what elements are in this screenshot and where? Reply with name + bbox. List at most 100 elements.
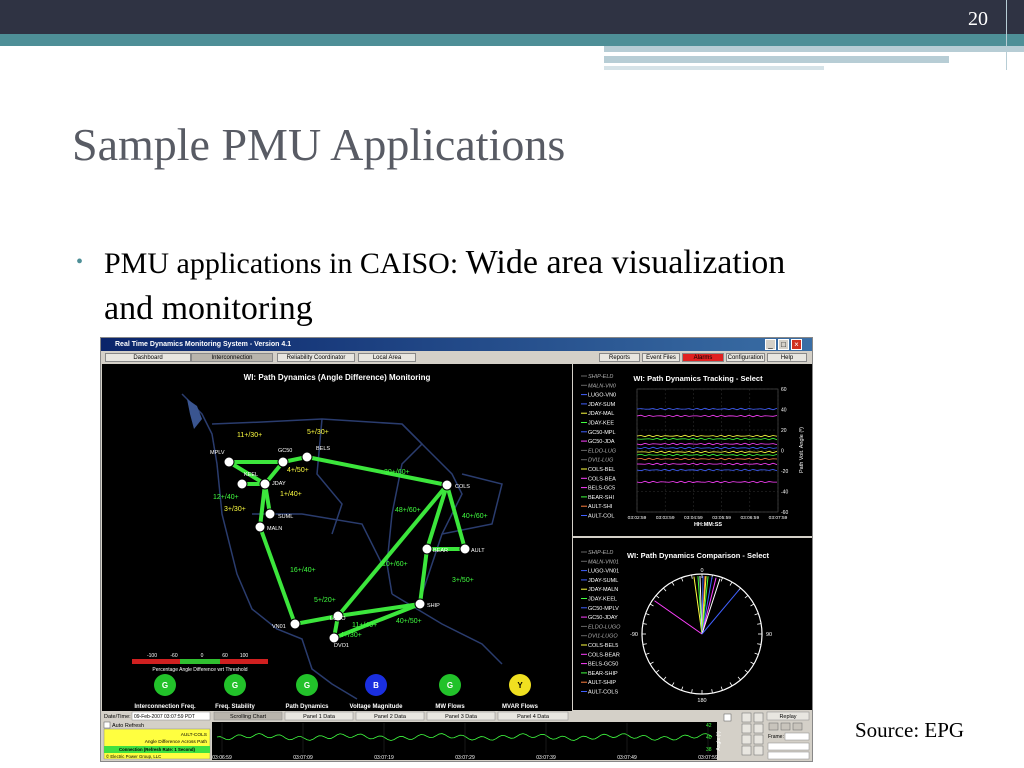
bus-node[interactable] [414,598,426,610]
legend-entry[interactable]: BELS-GC5 [588,486,615,492]
tab-reports[interactable]: Reports [599,353,640,362]
pan-tool-icon[interactable] [753,712,764,723]
legend-entry[interactable]: LUGO-VN01 [588,569,619,575]
legend-entry[interactable]: AULT-COLS [588,690,618,696]
dial-label: -90 [630,632,638,638]
legend-entry[interactable]: ELDO-LUG [588,448,617,454]
zoom-tool-icon[interactable] [741,723,752,734]
bus-node[interactable] [441,479,453,491]
indicator-label: Freq. Stability [215,704,255,710]
bus-node[interactable] [236,478,248,490]
legend-entry[interactable]: MALN-VN01 [588,559,619,565]
indicator-label: MW Flows [435,704,465,710]
legend-entry[interactable]: JDAY-MAL [588,411,614,417]
tab-dashboard[interactable]: Dashboard [105,353,191,362]
pan-tool-icon[interactable] [753,723,764,734]
x-tick: 03:03:59 [656,515,675,521]
x-tick: 03:06:59 [740,515,759,521]
node-label: SUML [278,514,293,520]
replay-control-icon[interactable] [780,722,791,731]
tab-reliability-coordinator[interactable]: Reliability Coordinator [277,353,355,362]
legend-entry[interactable]: BEAR-SHIP [588,671,618,677]
tab-event-files[interactable]: Event Files [642,353,680,362]
legend-entry[interactable]: SHIP-ELD [588,550,613,556]
legend-entry[interactable]: GC50-JDAY [588,615,618,621]
indicator-letter: G [232,681,238,690]
dial-tick [671,682,675,687]
tab-alarms[interactable]: Alarms [682,353,724,362]
maximize-icon[interactable]: □ [778,339,789,350]
legend-entry[interactable]: BELS-GC50 [588,662,618,668]
edge-label: 11+/30+ [237,432,262,439]
x-tick: 03:07:59 [769,515,788,521]
replay-control-icon[interactable] [768,722,779,731]
tab-help[interactable]: Help [767,353,807,362]
replay-slider[interactable] [767,742,810,751]
tracking-chart: WI: Path Dynamics Tracking - Select SHIP-… [581,374,805,528]
tracking-trace [636,437,778,441]
legend-entry[interactable]: SHIP-ELD [588,374,613,380]
legend-entry[interactable]: COLS-BEAR [588,652,620,658]
bus-node[interactable] [254,521,266,533]
node-label: LUGO [330,616,346,622]
map-title: WI: Path Dynamics (Angle Difference) Mon… [244,373,431,382]
dial-needle [654,600,703,635]
legend-entry[interactable]: AULT-SHIP [588,680,616,686]
legend-entry[interactable]: GC50-MPL [588,430,616,436]
legend-entry[interactable]: GC50-MPLV [588,606,619,612]
tab-local-area[interactable]: Local Area [358,353,416,362]
legend-entry[interactable]: COLS-BEL5 [588,643,618,649]
x-tick: 03:05:59 [712,515,731,521]
replay-control-icon[interactable] [792,722,803,731]
bus-node[interactable] [289,618,301,630]
bottom-tab-label: Panel 1 Data [303,714,336,720]
legend-entry[interactable]: COLS-BEL [588,467,615,473]
tab-configuration[interactable]: Configuration [726,353,765,362]
legend-entry[interactable]: AULT-COL [588,514,615,520]
speed-input[interactable] [767,751,810,760]
bus-node[interactable] [421,543,433,555]
pan-tool-icon[interactable] [753,745,764,756]
node-label: SHIP [427,603,440,609]
legend-entry[interactable]: ELDO-LUGO [588,624,621,630]
zoom-tool-icon[interactable] [741,734,752,745]
tab-interconnection[interactable]: Interconnection [191,353,273,362]
state-boundary [181,393,358,700]
legend-entry[interactable]: MALN-VN0 [588,383,617,389]
bus-node[interactable] [259,478,271,490]
bus-node[interactable] [459,543,471,555]
legend-entry[interactable]: BEAR-SHI [588,495,614,501]
legend-entry[interactable]: DVI1-LUGO [588,634,618,640]
copyright: © Electric Power Group, LLC [106,754,161,759]
bus-node[interactable] [223,456,235,468]
scale-tick: 100 [240,653,249,659]
node-label: COLS [455,484,470,490]
legend-entry[interactable]: JDAY-MALN [588,587,618,593]
pan-tool-icon[interactable] [753,734,764,745]
legend-entry[interactable]: LUGO-VN0 [588,393,616,399]
y-axis-label: Path Volt. Angle (º) [798,427,805,473]
frame-input[interactable] [784,732,810,741]
comparison-dial: WI: Path Dynamics Comparison - Select SHI… [581,550,772,704]
legend-entry[interactable]: JDAY-SUML [588,578,618,584]
legend-entry[interactable]: COLS-BEA [588,476,616,482]
legend-entry[interactable]: DVI1-LUG [588,458,614,464]
legend-entry[interactable]: JDAY-KEE [588,421,614,427]
edge-label: 3+/50+ [452,577,474,584]
zoom-tool-icon[interactable] [741,745,752,756]
tracking-title: WI: Path Dynamics Tracking - Select [633,374,763,383]
legend-entry[interactable]: GC50-JDA [588,439,615,445]
bus-node[interactable] [328,632,340,644]
bus-node[interactable] [301,451,313,463]
legend-entry[interactable]: JDAY-KEEL [588,597,617,603]
zoom-tool-icon[interactable] [741,712,752,723]
legend-entry[interactable]: JDAY-SUM [588,402,616,408]
close-icon[interactable]: × [791,339,802,350]
legend-entry[interactable]: AULT-SHI [588,504,613,510]
minimize-icon[interactable]: _ [765,339,776,350]
bus-node[interactable] [277,456,289,468]
chart-checkbox[interactable] [723,713,732,722]
bus-node[interactable] [264,508,276,520]
auto-refresh-checkbox[interactable] [103,721,111,729]
time-tick: 03:07:59 [698,755,718,761]
